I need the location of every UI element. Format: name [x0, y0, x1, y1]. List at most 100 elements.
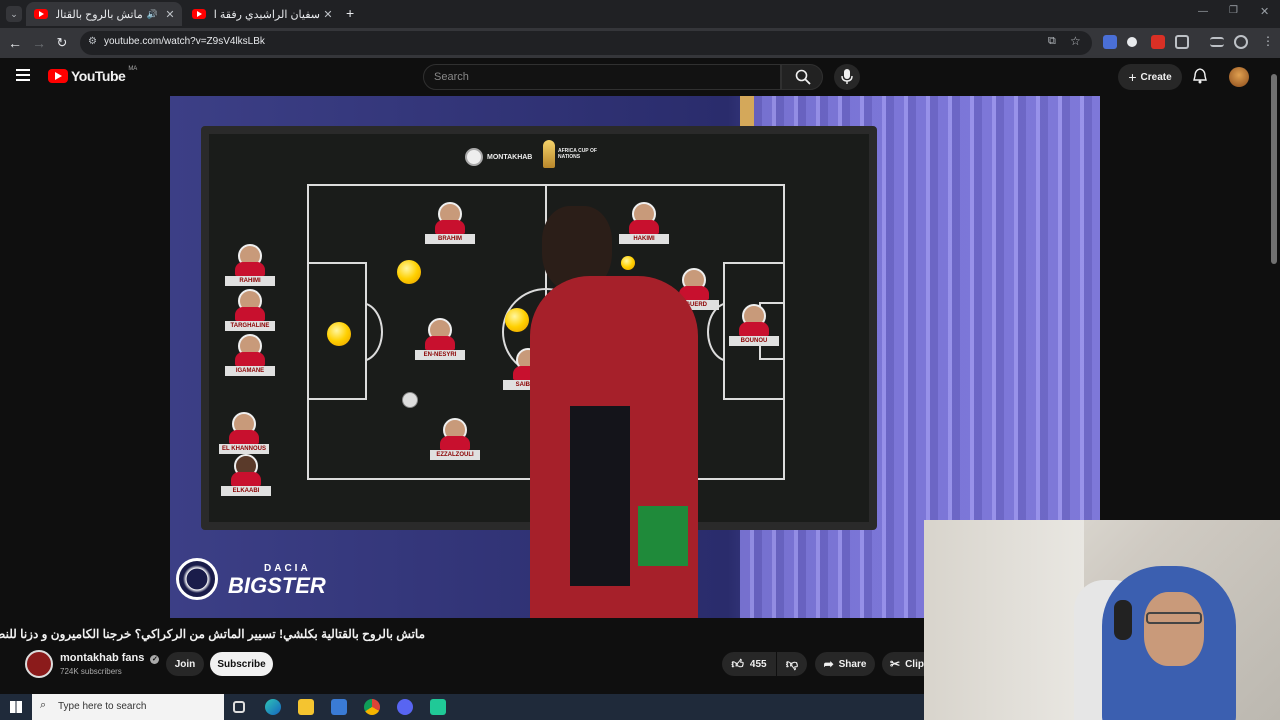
tab-title: ماتش بالروح بالقتالية بكلشي! [56, 8, 143, 21]
guide-menu-icon[interactable] [16, 69, 30, 81]
channel-name-text: montakhab fans [60, 652, 145, 664]
channel-avatar[interactable] [25, 650, 53, 678]
scrollbar-thumb[interactable] [1271, 74, 1277, 264]
football-icon [402, 392, 418, 408]
bookmark-star-icon[interactable]: ☆ [1070, 34, 1081, 48]
profile-icon[interactable] [1234, 35, 1248, 49]
thumbs-up-icon: 👍︎ [731, 656, 744, 671]
background-panel-orange [740, 96, 754, 126]
player-name: BOUNOU [729, 336, 779, 346]
youtube-play-icon [48, 69, 68, 83]
address-bar[interactable]: ⚙ youtube.com/watch?v=Z9sV4lksLBk ⧉ ☆ [80, 31, 1092, 55]
headset [1114, 600, 1132, 640]
player-card: ELKAABI [221, 454, 271, 500]
clip-button[interactable]: ✂ Clip [882, 652, 924, 676]
speaker-icon: 🔊 [146, 8, 158, 19]
microsoft-store-icon[interactable] [331, 699, 347, 715]
scissors-icon: ✂ [890, 657, 901, 671]
join-button[interactable]: Join [166, 652, 204, 676]
url-text: youtube.com/watch?v=Z9sV4lksLBk [104, 36, 265, 47]
youtube-logo[interactable]: YouTube MA [48, 66, 138, 84]
subscribe-button[interactable]: Subscribe [210, 652, 273, 676]
player-name: RAHIMI [225, 276, 275, 286]
tactic-ball-marker [397, 260, 421, 284]
new-tab-button[interactable]: + [346, 5, 354, 21]
presenter-figure [530, 206, 700, 618]
notifications-bell-icon[interactable] [1193, 68, 1207, 84]
search-button[interactable] [781, 64, 823, 90]
video-title: ماتش بالروح بالقتالية بكلشي! تسيير المات… [0, 627, 425, 641]
taskbar-search-input[interactable]: ⌕ Type here to search [32, 694, 224, 720]
adblock-extension-icon[interactable] [1151, 35, 1165, 49]
file-explorer-icon[interactable] [298, 699, 314, 715]
player-name: ELKAABI [221, 486, 271, 496]
channel-name[interactable]: montakhab fans ✓ [60, 652, 160, 664]
back-icon[interactable]: ← [6, 34, 24, 52]
tab-title: سفيان الراشيدي رفقة الباحث | [214, 8, 320, 21]
like-count: 455 [749, 658, 767, 670]
close-icon[interactable]: ✕ [1260, 5, 1269, 18]
thumbs-down-icon: 👎︎ [785, 656, 799, 671]
browser-tab-strip: ⌄ ماتش بالروح بالقتالية بكلشي! 🔊 ✕ سفيان… [0, 0, 1280, 28]
account-avatar[interactable] [1229, 67, 1249, 87]
minimize-icon[interactable]: — [1198, 6, 1208, 17]
tab-current-video[interactable]: ماتش بالروح بالقتالية بكلشي! 🔊 ✕ [26, 2, 182, 26]
player-name: EL KHANNOUS [219, 444, 269, 454]
share-label: Share [838, 658, 867, 670]
close-tab-icon[interactable]: ✕ [162, 8, 178, 21]
share-button[interactable]: ➦ Share [815, 652, 875, 676]
extension-icon[interactable] [1127, 37, 1137, 47]
sponsor-watermark: DACIA BIGSTER [176, 558, 338, 600]
montakhab-text: MONTAKHAB [487, 153, 533, 161]
browser-toolbar: ← → ↻ ⚙ youtube.com/watch?v=Z9sV4lksLBk … [0, 28, 1280, 58]
clip-label: Clip [905, 658, 924, 670]
create-button[interactable]: + Create [1118, 64, 1182, 90]
tab-second-video[interactable]: سفيان الراشيدي رفقة الباحث | ✕ [184, 2, 340, 26]
edge-browser-icon[interactable] [265, 699, 281, 715]
browser-menu-icon[interactable]: ⋮ [1262, 34, 1274, 48]
person-face [1144, 592, 1204, 666]
page-scrollbar[interactable] [1270, 66, 1278, 520]
tactic-ball-marker [505, 308, 529, 332]
extensions-puzzle-icon[interactable] [1175, 35, 1189, 49]
restore-icon[interactable]: ❐ [1229, 5, 1238, 16]
player-card: BOUNOU [729, 304, 779, 350]
tactic-ball-marker [327, 322, 351, 346]
translate-extension-icon[interactable] [1103, 35, 1117, 49]
app-icon[interactable] [430, 699, 446, 715]
player-card: IGAMANE [225, 334, 275, 380]
player-name: EN-NESYRI [415, 350, 465, 360]
glasses [1146, 612, 1202, 624]
obs-studio-icon[interactable] [397, 699, 413, 715]
afcon-logo: AFRICA CUP OF NATIONS [543, 140, 603, 174]
tab-search-button[interactable]: ⌄ [6, 6, 22, 22]
like-button[interactable]: 👍︎ 455 [722, 652, 776, 676]
reading-list-icon[interactable] [1210, 37, 1224, 47]
site-info-icon[interactable]: ⚙ [88, 36, 97, 47]
wall-shadow [924, 520, 1084, 720]
share-icon: ➦ [823, 657, 834, 671]
player-name: EZZALZOULI [430, 450, 480, 460]
youtube-header: YouTube MA Search + Create [0, 58, 1280, 96]
close-tab-icon[interactable]: ✕ [320, 8, 336, 21]
region-code: MA [128, 66, 138, 72]
youtube-favicon-icon [192, 9, 206, 19]
subscriber-count: 724K subscribers [60, 667, 122, 676]
install-app-icon[interactable]: ⧉ [1048, 35, 1056, 48]
task-view-icon[interactable] [233, 701, 245, 713]
dislike-button[interactable]: 👎︎ [777, 652, 807, 676]
forward-icon[interactable]: → [30, 34, 48, 52]
tournament-text: AFRICA CUP OF NATIONS [558, 148, 597, 160]
windows-start-icon[interactable] [10, 701, 22, 713]
player-name: BRAHIM [425, 234, 475, 244]
youtube-wordmark: YouTube [71, 68, 126, 84]
search-placeholder: Search [434, 71, 469, 83]
microphone-icon [841, 69, 853, 84]
reload-icon[interactable]: ↻ [53, 34, 71, 52]
voice-search-button[interactable] [834, 64, 860, 90]
player-card: TARGHALINE [225, 289, 275, 335]
football-logo-icon [176, 558, 218, 600]
chrome-browser-icon[interactable] [364, 699, 380, 715]
search-input[interactable]: Search [423, 64, 781, 90]
create-label: Create [1140, 71, 1172, 83]
